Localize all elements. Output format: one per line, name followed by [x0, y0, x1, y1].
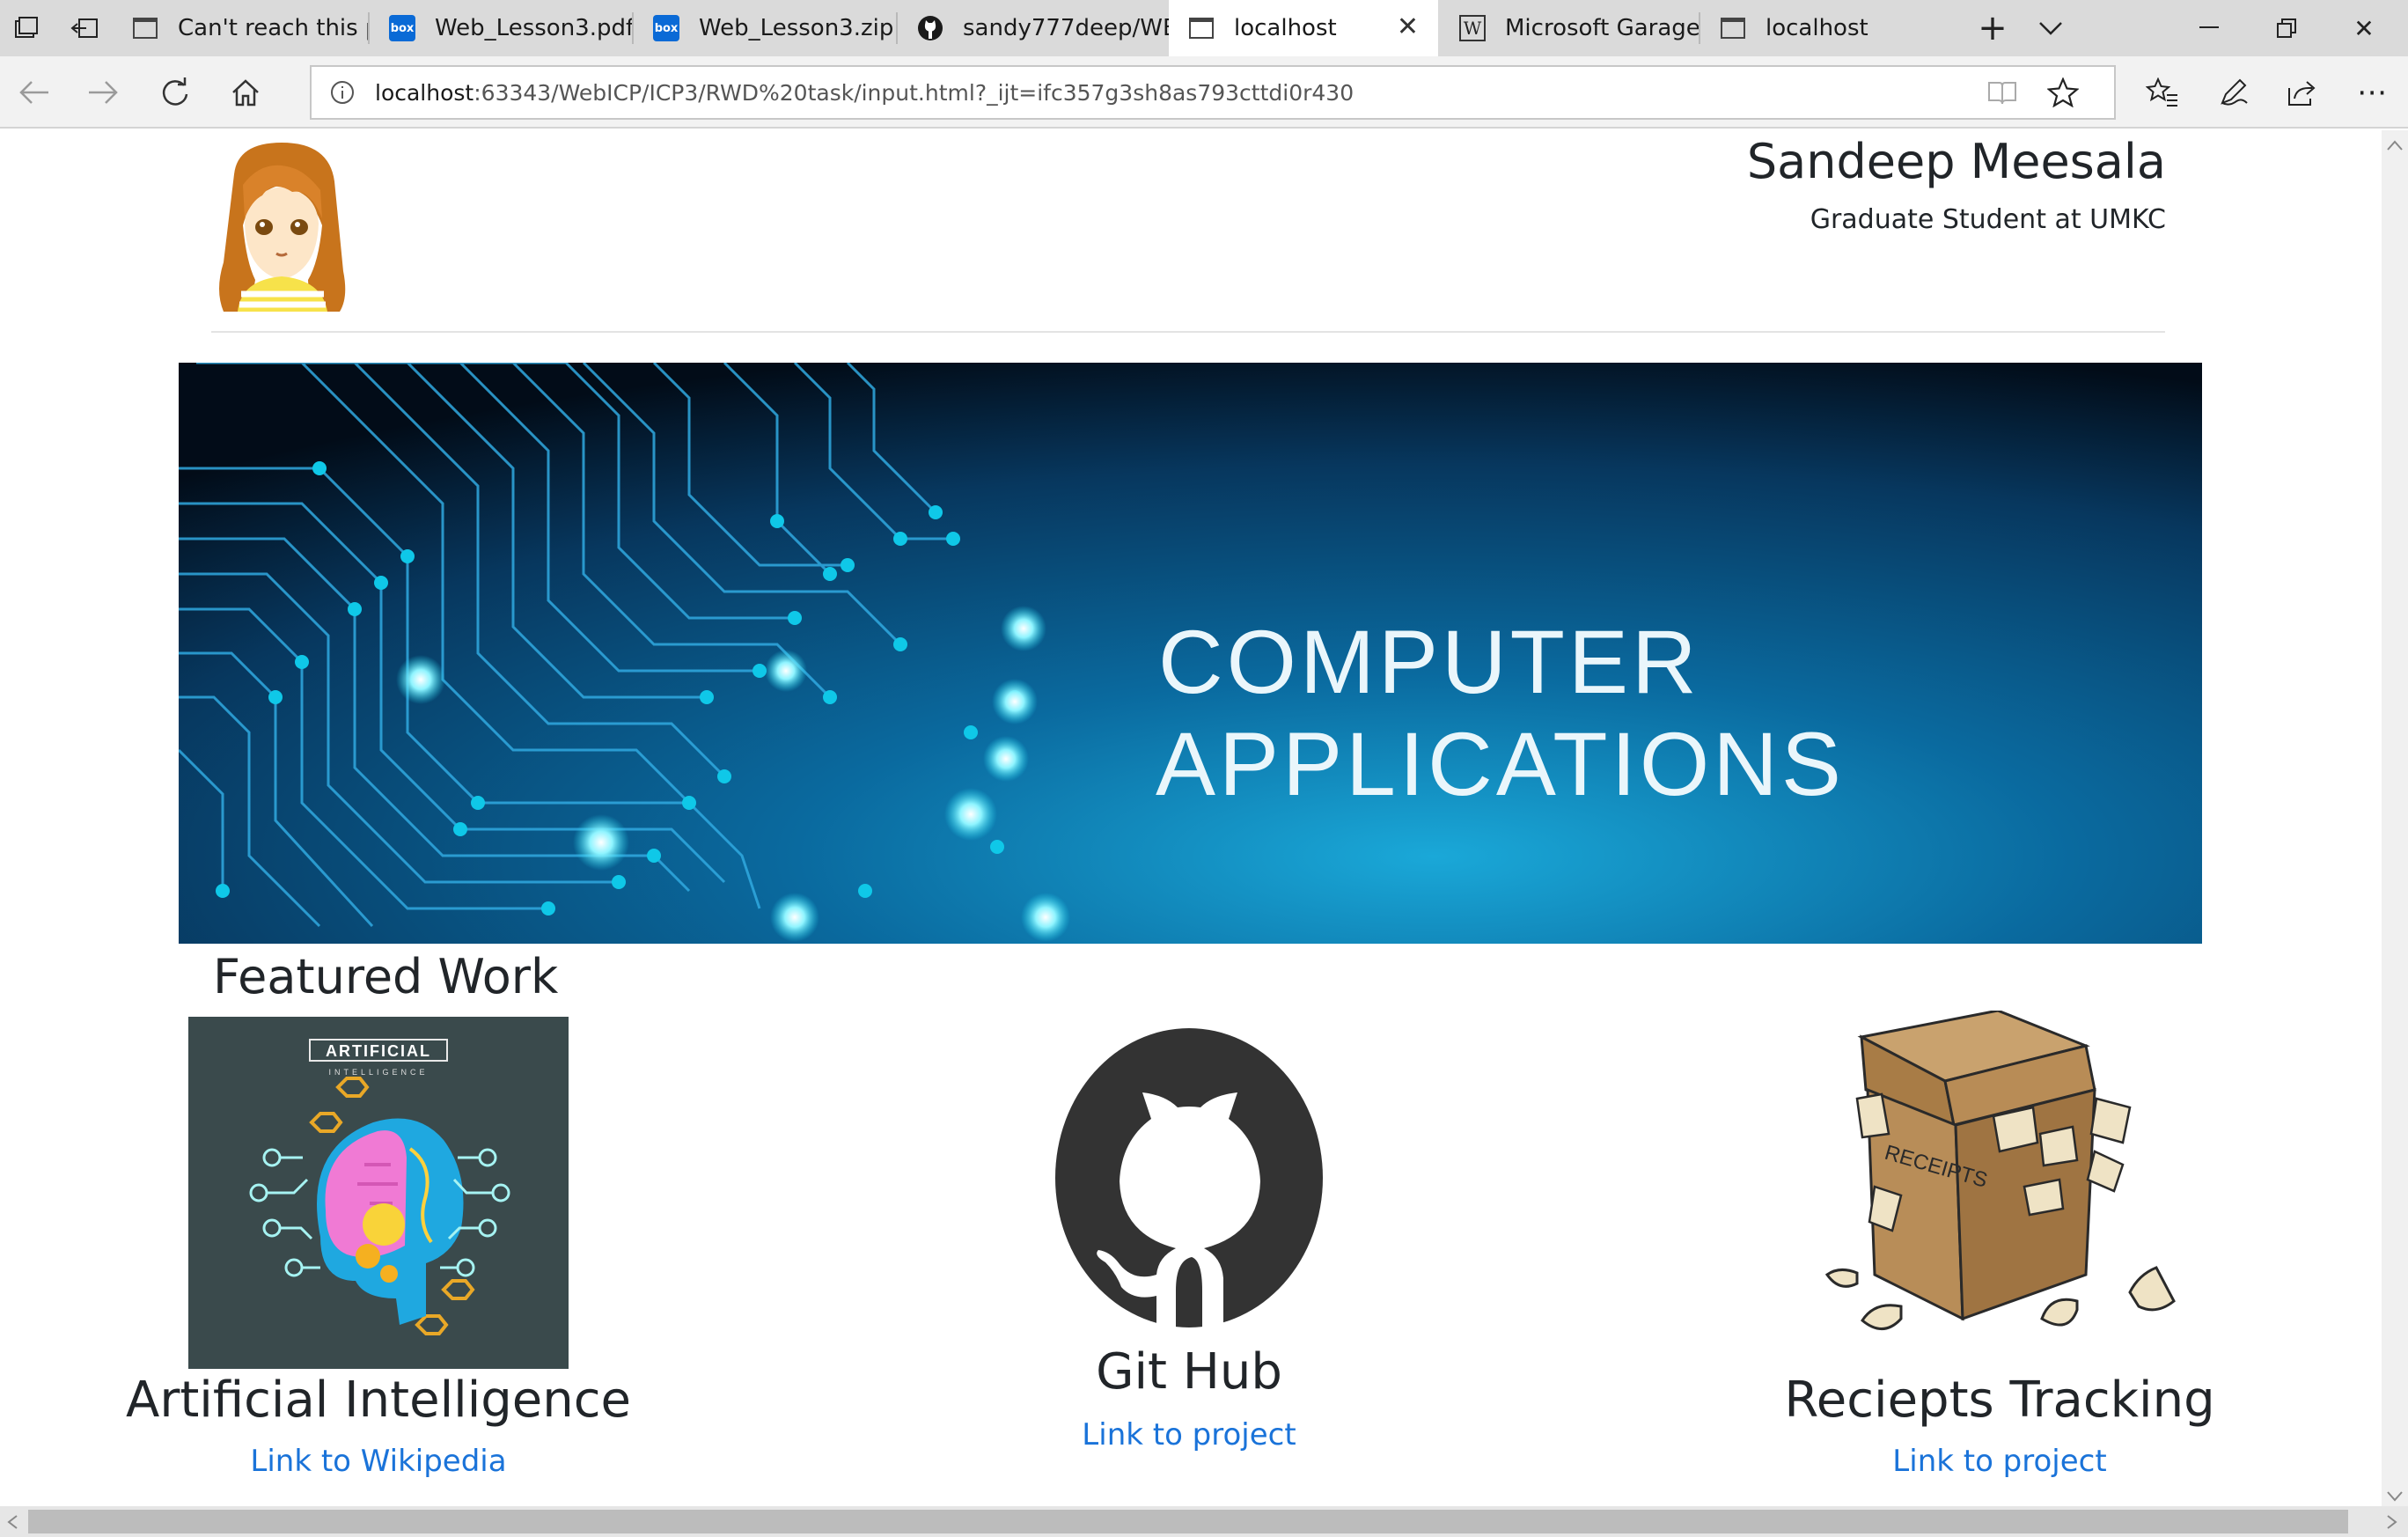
scroll-up-icon[interactable] [2387, 137, 2403, 154]
back-icon[interactable] [9, 67, 60, 118]
link-to-wikipedia[interactable]: Link to Wikipedia [250, 1444, 506, 1479]
banner-text-line1: COMPUTER [1158, 612, 1700, 712]
url-text[interactable]: localhost:63343/WebICP/ICP3/RWD%20task/i… [375, 80, 1354, 106]
page-title: Sandeep Meesala [1746, 134, 2166, 189]
tab-title: Microsoft Garage - [1505, 15, 1699, 41]
featured-work-heading: Featured Work [213, 949, 559, 1004]
horizontal-scrollbar[interactable] [0, 1506, 2408, 1537]
page-icon [1188, 15, 1215, 41]
receipts-box-image: RECEIPTS [1804, 1009, 2200, 1363]
card-title-ai: Artificial Intelligence [126, 1372, 631, 1429]
banner-image: COMPUTER APPLICATIONS [179, 363, 2202, 944]
github-logo-icon [1054, 1026, 1324, 1331]
scroll-left-icon[interactable] [7, 1515, 18, 1533]
navigation-bar: localhost:63343/WebICP/ICP3/RWD%20task/i… [0, 56, 2408, 129]
tab-5[interactable]: W Microsoft Garage - [1440, 0, 1699, 56]
avatar [211, 139, 352, 312]
web-note-pen-icon[interactable] [2207, 67, 2258, 118]
box-icon: box [389, 15, 415, 41]
page-icon [132, 15, 158, 41]
page-viewport: Sandeep Meesala Graduate Student at UMKC [0, 130, 2382, 1506]
subtitle: Graduate Student at UMKC [1810, 204, 2166, 235]
horizontal-scroll-thumb[interactable] [28, 1510, 2348, 1533]
tab-2[interactable]: box Web_Lesson3.zip | [634, 0, 896, 56]
tab-title: localhost [1234, 15, 1337, 41]
link-to-project-github[interactable]: Link to project [1082, 1417, 1296, 1452]
forward-icon[interactable] [77, 67, 128, 118]
tab-4-active[interactable]: localhost ✕ [1169, 0, 1438, 56]
link-to-project-receipts[interactable]: Link to project [1892, 1444, 2106, 1479]
url-host: localhost [375, 80, 474, 106]
minimize-icon[interactable] [2170, 0, 2248, 56]
tab-0[interactable]: Can't reach this pa [113, 0, 368, 56]
scroll-down-icon[interactable] [2387, 1489, 2403, 1505]
reading-view-icon[interactable] [1987, 79, 2017, 106]
page-icon [1720, 15, 1746, 41]
favorites-hub-icon[interactable] [2137, 67, 2188, 118]
tab-title: Can't reach this pa [178, 15, 368, 41]
tab-title: Web_Lesson3.pdf | [435, 15, 632, 41]
url-path: :63343/WebICP/ICP3/RWD%20task/input.html… [474, 80, 1354, 106]
restore-icon[interactable] [2248, 0, 2325, 56]
site-info-icon[interactable] [329, 79, 356, 106]
chevron-down-icon[interactable] [2012, 0, 2089, 56]
tab-title: localhost [1766, 15, 1868, 41]
address-bar[interactable]: localhost:63343/WebICP/ICP3/RWD%20task/i… [310, 65, 2116, 120]
refresh-icon[interactable] [150, 67, 201, 118]
wikipedia-icon: W [1459, 15, 1486, 41]
ai-badge-subtext: INTELLIGENCE [328, 1068, 428, 1077]
card-title-github: Git Hub [1096, 1343, 1282, 1401]
ai-card-image: ARTIFICIAL INTELLIGENCE [188, 1017, 569, 1369]
card-title-receipts: Reciepts Tracking [1784, 1372, 2215, 1429]
tab-6[interactable]: localhost [1700, 0, 1963, 56]
github-icon [917, 15, 943, 41]
tab-3[interactable]: sandy777deep/WE [898, 0, 1169, 56]
favorite-star-icon[interactable] [2046, 77, 2080, 108]
close-tab-icon[interactable]: ✕ [1397, 14, 1419, 40]
tab-actions-icon[interactable] [12, 14, 40, 42]
home-icon[interactable] [220, 67, 271, 118]
tab-1[interactable]: box Web_Lesson3.pdf | [370, 0, 632, 56]
close-window-icon[interactable]: ✕ [2325, 0, 2403, 56]
divider [211, 331, 2165, 333]
banner-text-line2: APPLICATIONS [1156, 714, 1845, 814]
tab-strip: Can't reach this pa box Web_Lesson3.pdf … [0, 0, 2408, 56]
more-options-icon[interactable]: ⋯ [2346, 67, 2397, 118]
set-tabs-aside-icon[interactable] [70, 14, 100, 42]
box-icon: box [653, 15, 679, 41]
vertical-scrollbar[interactable] [2382, 130, 2408, 1506]
ai-badge-text: ARTIFICIAL [326, 1042, 431, 1060]
tab-title: sandy777deep/WE [963, 15, 1169, 41]
tab-title: Web_Lesson3.zip | [699, 15, 896, 41]
share-icon[interactable] [2276, 67, 2327, 118]
scroll-right-icon[interactable] [2387, 1515, 2397, 1533]
